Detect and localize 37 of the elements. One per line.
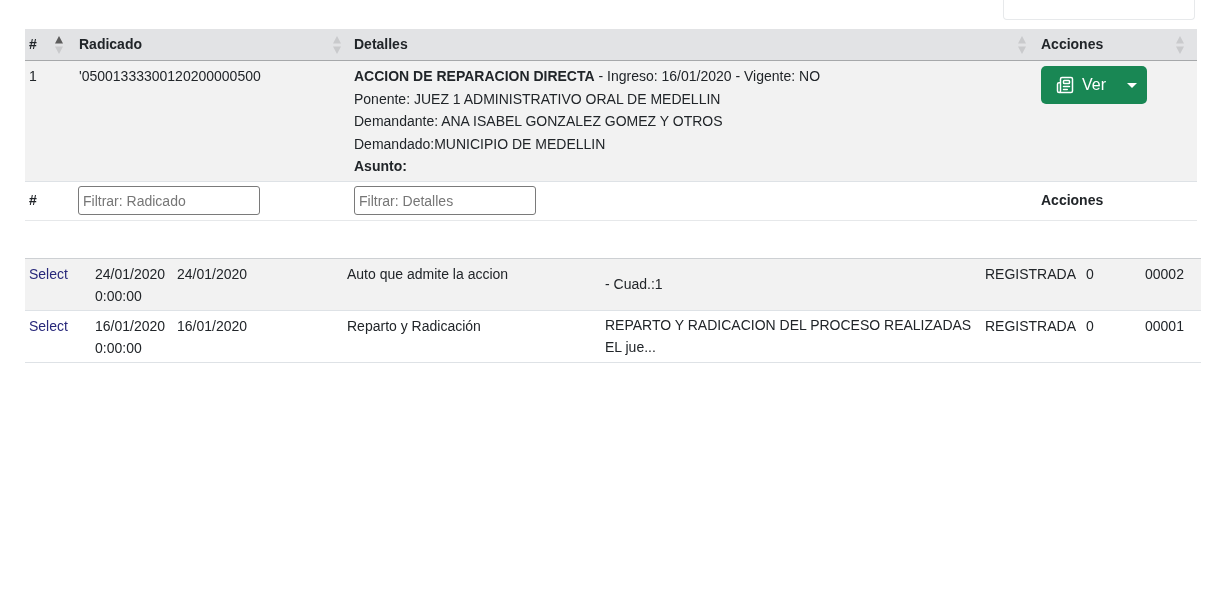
field-label: Asunto: [354,157,407,176]
select-link[interactable]: Select [29,317,68,334]
status-text: REGISTRADA [985,316,1076,336]
caret-down-icon [1127,82,1137,88]
number-text: 0 [1086,264,1094,284]
description-text: Reparto y Radicación [347,316,481,336]
sort-icon[interactable] [55,35,63,54]
detail-text: Demandante: ANA ISABEL GONZALEZ GOMEZ Y OTROS [354,112,723,131]
column-header[interactable]: Radicado [79,34,142,55]
number-text: 0 [1086,316,1094,336]
note-text: REPARTO Y RADICACION DEL PROCESO REALIZADAS EL jue... [605,315,973,357]
date-text: 24/01/2020 [177,264,248,284]
column-label: Acciones [1041,192,1104,208]
description-text: Auto que admite la accion [347,264,509,284]
detail-text: Demandado:MUNICIPIO DE MEDELLIN [354,134,606,154]
newspaper-icon [1056,76,1074,94]
select-link[interactable]: Select [29,265,68,282]
search-field[interactable] [1003,0,1195,20]
case-summary-text: ACCION DE REPARACION DIRECTA - Ingreso: 16/01/2020 - Vigente: NO [354,67,821,86]
detail-text: Ponente: JUEZ 1 ADMINISTRATIVO ORAL DE MEDELLIN [354,89,721,109]
dropdown-toggle[interactable] [1116,66,1147,104]
column-header[interactable]: # [29,34,37,55]
date-text: 24/01/2020 0:00:00 [95,264,167,306]
view-button[interactable]: Ver [1041,66,1116,104]
column-label: # [29,192,37,208]
row-number-text: 1 [29,68,37,84]
status-text: REGISTRADA [985,264,1076,284]
filter-input[interactable]: Filtrar: Radicado [78,186,260,215]
date-text: 16/01/2020 [177,316,248,336]
number-text: 00002 [1145,264,1184,284]
column-header[interactable]: Detalles [354,34,408,55]
case-number-text: '05001333300120200000500 [79,68,261,84]
column-header[interactable]: Acciones [1041,34,1104,55]
date-text: 16/01/2020 0:00:00 [95,316,167,358]
note-text: - Cuad.:1 [605,274,663,294]
number-text: 00001 [1145,316,1184,336]
filter-input[interactable]: Filtrar: Detalles [354,186,536,215]
